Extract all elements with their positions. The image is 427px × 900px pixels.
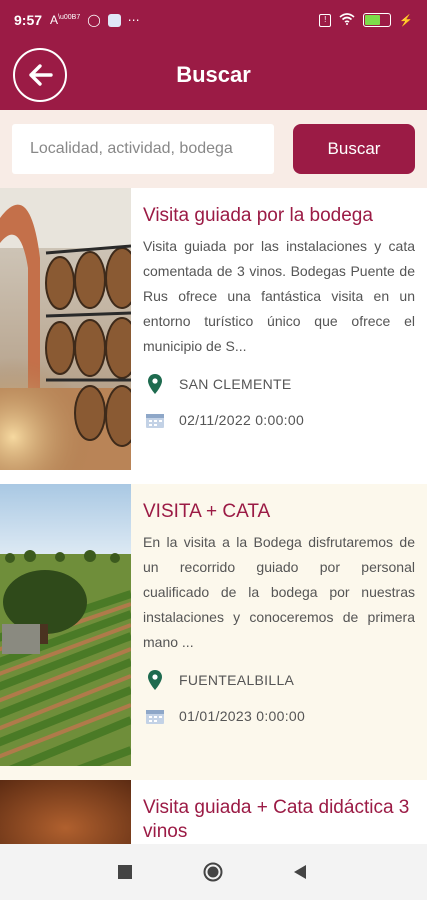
result-image bbox=[0, 484, 131, 766]
app-icon bbox=[107, 13, 121, 27]
back-button[interactable] bbox=[13, 48, 67, 102]
location-pin-icon bbox=[143, 670, 167, 690]
result-card[interactable]: VISITA + CATA En la visita a la Bodega d… bbox=[0, 484, 427, 780]
status-bar: 9:57 A\u00B7 ◯ ⋯ ! ⚡ bbox=[0, 0, 427, 40]
status-time: 9:57 bbox=[14, 12, 43, 28]
result-location: FUENTEALBILLA bbox=[143, 669, 415, 691]
search-input[interactable] bbox=[12, 124, 274, 174]
back-triangle-icon[interactable] bbox=[293, 864, 307, 880]
location-text: FUENTEALBILLA bbox=[179, 672, 295, 688]
result-image bbox=[0, 188, 131, 470]
wifi-icon bbox=[339, 12, 355, 28]
result-description: En la visita a la Bodega disfrutaremos d… bbox=[143, 534, 415, 650]
result-card[interactable]: Visita guiada + Cata didáctica 3 vinos bbox=[0, 780, 427, 844]
sync-icon: ◯ bbox=[87, 13, 101, 27]
results-list[interactable]: Visita guiada por la bodega Visita guiad… bbox=[0, 188, 427, 844]
home-icon[interactable] bbox=[203, 862, 223, 882]
result-card[interactable]: Visita guiada por la bodega Visita guiad… bbox=[0, 188, 427, 484]
more-dots-icon: ⋯ bbox=[127, 13, 140, 27]
sim-error-icon: ! bbox=[319, 13, 332, 27]
arrow-left-icon bbox=[29, 64, 53, 86]
result-body: Visita guiada + Cata didáctica 3 vinos bbox=[131, 780, 427, 844]
location-pin-icon bbox=[143, 374, 167, 394]
result-title[interactable]: Visita guiada por la bodega bbox=[143, 204, 415, 228]
recent-apps-icon[interactable] bbox=[118, 865, 132, 879]
result-date: 02/11/2022 0:00:00 bbox=[143, 409, 415, 431]
result-body: VISITA + CATA En la visita a la Bodega d… bbox=[131, 484, 427, 766]
location-text: SAN CLEMENTE bbox=[179, 376, 292, 392]
result-date: 01/01/2023 0:00:00 bbox=[143, 705, 415, 727]
search-bar: Buscar bbox=[0, 110, 427, 188]
search-button[interactable]: Buscar bbox=[293, 124, 415, 174]
app-bar: Buscar bbox=[0, 40, 427, 110]
date-text: 02/11/2022 0:00:00 bbox=[179, 412, 305, 428]
result-description: Visita guiada por las instalaciones y ca… bbox=[143, 238, 415, 354]
charging-icon: ⚡ bbox=[399, 14, 413, 27]
calendar-icon bbox=[143, 707, 167, 725]
result-body: Visita guiada por la bodega Visita guiad… bbox=[131, 188, 427, 470]
battery-icon bbox=[363, 13, 392, 27]
calendar-icon bbox=[143, 411, 167, 429]
system-nav-bar bbox=[0, 844, 427, 900]
result-image bbox=[0, 780, 131, 844]
result-title[interactable]: Visita guiada + Cata didáctica 3 vinos bbox=[143, 796, 427, 844]
result-location: SAN CLEMENTE bbox=[143, 373, 415, 395]
page-title: Buscar bbox=[176, 62, 251, 87]
result-title[interactable]: VISITA + CATA bbox=[143, 500, 415, 524]
date-text: 01/01/2023 0:00:00 bbox=[179, 708, 306, 724]
font-size-icon: A\u00B7 bbox=[50, 13, 81, 27]
